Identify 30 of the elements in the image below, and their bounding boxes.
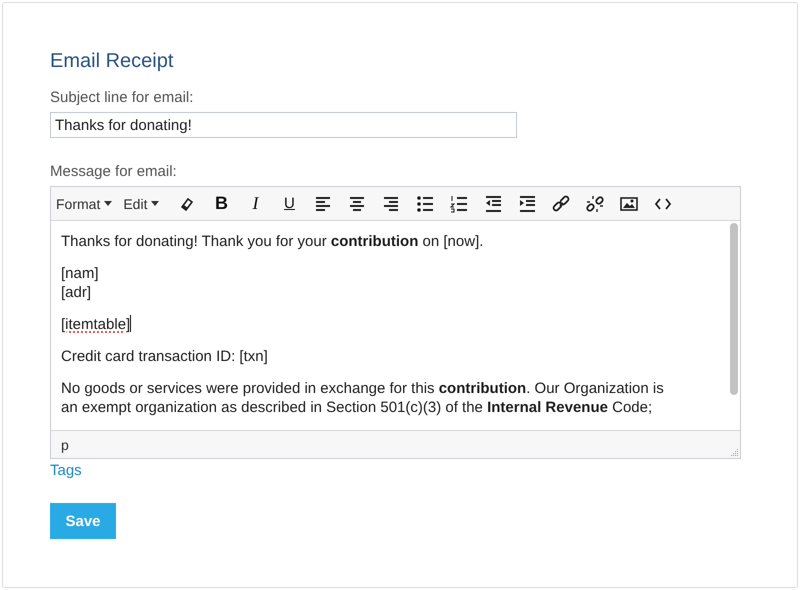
element-path: p (61, 436, 69, 452)
align-center-icon (348, 194, 366, 212)
indent-icon (518, 194, 536, 212)
field-label: Message for email: (50, 163, 178, 180)
outdent-icon (484, 194, 502, 212)
message-text: [nam] (61, 265, 99, 282)
message-text: [adr] (61, 284, 92, 301)
menu-button[interactable]: Format (56, 196, 112, 212)
bullet-list-icon (416, 194, 434, 212)
message-text: Thanks for donating! Thank you for your contribution on [now]. (61, 233, 484, 250)
numbered-list-icon (450, 194, 468, 212)
subject-field[interactable]: Thanks for donating! (50, 112, 517, 138)
caret-icon (151, 201, 160, 206)
caret-icon (104, 201, 112, 206)
underline-button[interactable]: U (272, 190, 306, 216)
bold-button[interactable]: B (204, 190, 238, 216)
menu-button[interactable]: Edit (123, 196, 160, 212)
message-text: Credit card transaction ID: [txn] (61, 348, 268, 365)
scrollbar[interactable] (730, 223, 738, 395)
align-left-icon (314, 194, 332, 212)
field-label: Subject line for email: (50, 89, 194, 106)
message-text: No goods or services were provided in exchange for this contribution. Our Organization is an exempt organization as described in Section 501(c)(3) of the Internal Revenue Code; (61, 380, 664, 416)
image-icon (620, 194, 638, 212)
italic-button[interactable]: I (238, 190, 272, 216)
align-right-icon (382, 194, 400, 212)
section-title: Email Receipt (50, 50, 174, 73)
unlink-icon (586, 194, 604, 212)
link-icon (552, 194, 570, 212)
message-text: [itemtable] (61, 316, 130, 333)
tags-link[interactable]: Tags (50, 462, 82, 479)
